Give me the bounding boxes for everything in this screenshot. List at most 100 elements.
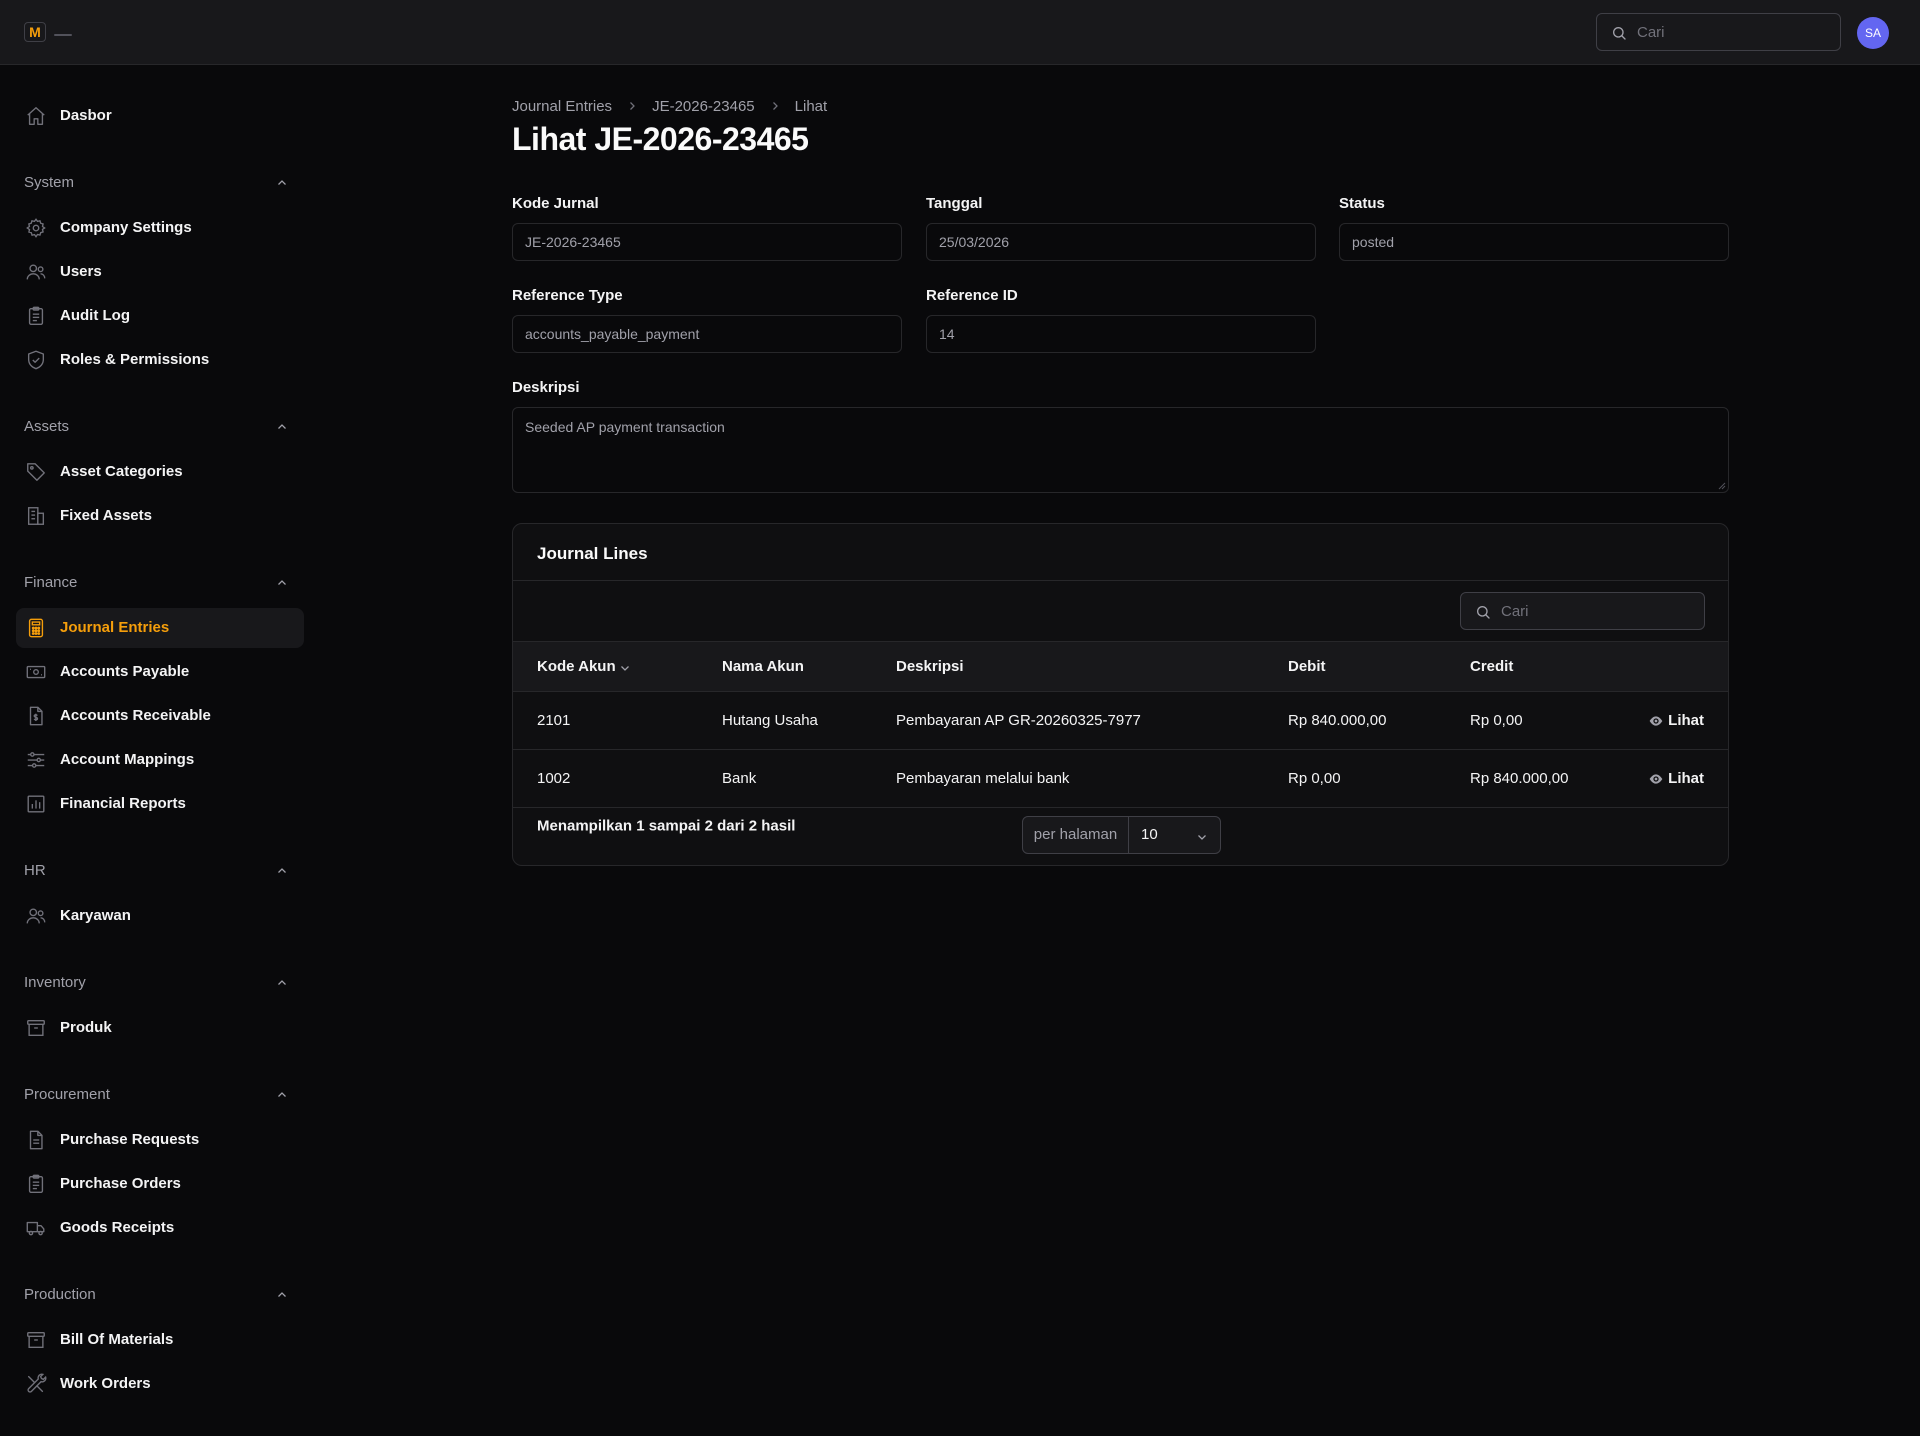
table-search[interactable] — [1460, 592, 1705, 630]
group-label: Procurement — [24, 1086, 110, 1103]
page-title: Lihat JE-2026-23465 — [512, 121, 809, 157]
per-page-value: 10 — [1141, 826, 1158, 843]
sidebar-item-users[interactable]: Users — [16, 252, 304, 292]
cell-credit: Rp 0,00 — [1470, 712, 1523, 729]
table-search-input[interactable] — [1501, 593, 1696, 629]
cell-nama-akun: Hutang Usaha — [722, 712, 818, 729]
group-assets[interactable]: Assets — [24, 415, 296, 439]
shield-check-icon — [25, 349, 47, 371]
row-view-label: Lihat — [1668, 770, 1704, 787]
sidebar-item-company-settings[interactable]: Company Settings — [16, 208, 304, 248]
archive-box-icon — [25, 1017, 47, 1039]
sidebar-item-goods-receipts[interactable]: Goods Receipts — [16, 1208, 304, 1248]
sidebar-item-label: Users — [60, 263, 102, 280]
reference-id-label: Reference ID — [926, 287, 1018, 304]
group-inventory[interactable]: Inventory — [24, 971, 296, 995]
tanggal-label: Tanggal — [926, 195, 983, 212]
sidebar-item-audit-log[interactable]: Audit Log — [16, 296, 304, 336]
sidebar-item-dasbor[interactable]: Dasbor — [16, 96, 304, 136]
search-icon — [1475, 604, 1491, 620]
status-field[interactable]: posted — [1339, 223, 1729, 261]
global-search-input[interactable] — [1637, 14, 1832, 50]
sidebar-item-journal-entries[interactable]: Journal Entries — [16, 608, 304, 648]
app-logo[interactable]: M — [24, 22, 46, 42]
per-page-select[interactable]: per halaman 10 — [1022, 816, 1221, 854]
users-icon — [25, 261, 47, 283]
breadcrumb-journal-entries[interactable]: Journal Entries — [512, 98, 612, 115]
sidebar-item-label: Goods Receipts — [60, 1219, 175, 1236]
breadcrumb-entry[interactable]: JE-2026-23465 — [652, 98, 755, 115]
top-bar: M SA — [0, 0, 1920, 65]
tag-icon — [25, 461, 47, 483]
group-label: Production — [24, 1286, 96, 1303]
kode-jurnal-field[interactable]: JE-2026-23465 — [512, 223, 902, 261]
building-icon — [25, 505, 47, 527]
column-header-nama-akun: Nama Akun — [722, 658, 804, 675]
journal-lines-card: Journal Lines Kode Akun Nama Akun Deskri… — [512, 523, 1729, 866]
gear-icon — [25, 217, 47, 239]
deskripsi-textarea[interactable]: Seeded AP payment transaction — [512, 407, 1729, 493]
cell-debit: Rp 840.000,00 — [1288, 712, 1387, 729]
divider — [513, 807, 1728, 808]
sidebar-item-account-mappings[interactable]: Account Mappings — [16, 740, 304, 780]
sidebar-item-label: Karyawan — [60, 907, 131, 924]
sidebar-item-work-orders[interactable]: Work Orders — [16, 1364, 304, 1404]
chevron-up-icon — [276, 577, 288, 589]
group-label: System — [24, 174, 75, 191]
sidebar-item-roles-permissions[interactable]: Roles & Permissions — [16, 340, 304, 380]
row-view-button[interactable]: Lihat — [1648, 692, 1704, 749]
sidebar-item-label: Account Mappings — [60, 751, 195, 768]
group-finance[interactable]: Finance — [24, 571, 296, 595]
reference-type-field[interactable]: accounts_payable_payment — [512, 315, 902, 353]
sidebar-item-label: Produk — [60, 1019, 112, 1036]
sidebar-item-asset-categories[interactable]: Asset Categories — [16, 452, 304, 492]
group-label: HR — [24, 862, 46, 879]
breadcrumb-current: Lihat — [794, 97, 828, 115]
table-row: 1002 Bank Pembayaran melalui bank Rp 0,0… — [513, 750, 1728, 807]
cell-kode-akun: 2101 — [537, 712, 571, 729]
breadcrumb: Journal Entries JE-2026-23465 Lihat — [512, 96, 827, 116]
group-hr[interactable]: HR — [24, 859, 296, 883]
users-icon — [25, 905, 47, 927]
group-procurement[interactable]: Procurement — [24, 1083, 296, 1107]
sidebar-item-karyawan[interactable]: Karyawan — [16, 896, 304, 936]
divider — [513, 580, 1728, 581]
chevron-down-icon[interactable] — [619, 662, 631, 674]
sidebar-item-label: Purchase Orders — [60, 1175, 181, 1192]
clipboard-icon — [25, 305, 47, 327]
chevron-right-icon — [626, 100, 638, 112]
sidebar-item-accounts-receivable[interactable]: Accounts Receivable — [16, 696, 304, 736]
sidebar-item-label: Work Orders — [60, 1375, 151, 1392]
document-text-icon — [25, 1129, 47, 1151]
sidebar-item-label: Company Settings — [60, 219, 192, 236]
sidebar: Dasbor System Company Settings Users Aud… — [0, 65, 320, 1436]
sidebar-item-bill-of-materials[interactable]: Bill Of Materials — [16, 1320, 304, 1360]
sliders-icon — [25, 749, 47, 771]
tanggal-field[interactable]: 25/03/2026 — [926, 223, 1316, 261]
column-header-kode-akun[interactable]: Kode Akun — [537, 642, 616, 691]
cell-deskripsi: Pembayaran AP GR-20260325-7977 — [896, 712, 1141, 729]
table-header: Kode Akun Nama Akun Deskripsi Debit Cred… — [513, 642, 1728, 691]
sidebar-item-purchase-requests[interactable]: Purchase Requests — [16, 1120, 304, 1160]
row-view-label: Lihat — [1668, 712, 1704, 729]
group-production[interactable]: Production — [24, 1283, 296, 1307]
sidebar-item-label: Dasbor — [60, 107, 112, 124]
cell-deskripsi: Pembayaran melalui bank — [896, 770, 1070, 787]
sidebar-item-purchase-orders[interactable]: Purchase Orders — [16, 1164, 304, 1204]
global-search[interactable] — [1596, 13, 1841, 51]
reference-id-field[interactable]: 14 — [926, 315, 1316, 353]
sidebar-item-produk[interactable]: Produk — [16, 1008, 304, 1048]
chevron-up-icon — [276, 865, 288, 877]
search-icon — [1611, 25, 1627, 41]
user-avatar[interactable]: SA — [1857, 17, 1889, 49]
sidebar-item-label: Financial Reports — [60, 795, 186, 812]
cell-debit: Rp 0,00 — [1288, 770, 1341, 787]
resize-grip-icon[interactable] — [1718, 482, 1726, 490]
row-view-button[interactable]: Lihat — [1648, 750, 1704, 807]
sidebar-item-fixed-assets[interactable]: Fixed Assets — [16, 496, 304, 536]
sidebar-item-accounts-payable[interactable]: Accounts Payable — [16, 652, 304, 692]
sidebar-item-financial-reports[interactable]: Financial Reports — [16, 784, 304, 824]
chevron-up-icon — [276, 421, 288, 433]
home-icon — [25, 105, 47, 127]
group-system[interactable]: System — [24, 171, 296, 195]
